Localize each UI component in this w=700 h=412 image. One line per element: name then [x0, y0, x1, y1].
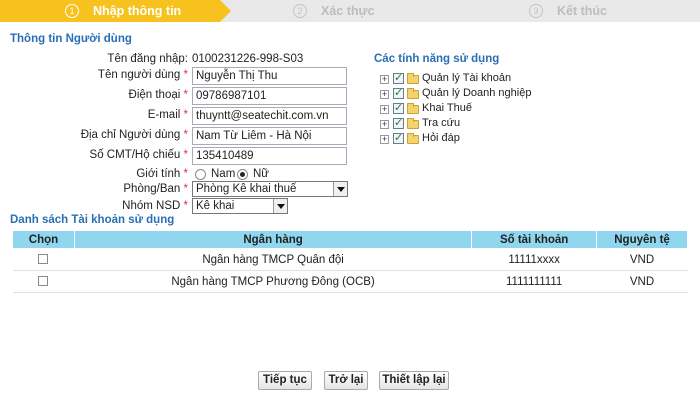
gender-male-label: Nam [211, 168, 236, 180]
group-select[interactable]: Kê khai [192, 198, 288, 214]
dept-selected-value: Phòng Kê khai thuế [196, 183, 297, 195]
table-header-row: Chọn Ngân hàng Số tài khoản Nguyên tệ [12, 230, 688, 249]
col-header-select: Chọn [12, 230, 75, 249]
tree-item-label: Quản lý Doanh nghiệp [422, 87, 532, 99]
expand-icon[interactable]: + [380, 75, 389, 84]
back-button[interactable]: Trở lại [324, 371, 368, 390]
dept-row: Phòng/Ban * Phòng Kê khai thuế [0, 181, 360, 199]
group-label: Nhóm NSD * [122, 200, 188, 212]
name-input[interactable]: Nguyễn Thị Thu [192, 67, 347, 85]
step-number-badge: 2 [293, 4, 307, 18]
user-info-title: Thông tin Người dùng [10, 33, 132, 45]
currency-cell: VND [596, 248, 688, 271]
step-number-badge: 1 [65, 4, 79, 18]
tree-item-label: Hỏi đáp [422, 132, 460, 144]
step-label: Kết thúc [557, 4, 607, 18]
email-label: E-mail * [147, 109, 188, 121]
expand-icon[interactable]: + [380, 135, 389, 144]
bank-cell: Ngân hàng TMCP Phương Đông (OCB) [74, 270, 472, 293]
email-row: E-mail * thuyntt@seatechit.com.vn [0, 107, 360, 125]
tree-item-label: Khai Thuế [422, 102, 472, 114]
login-label: Tên đăng nhập: [107, 53, 188, 65]
feature-checkbox[interactable] [393, 101, 404, 114]
feature-checkbox[interactable] [393, 71, 404, 84]
step-enter-info: 1 Nhập thông tin [65, 0, 181, 22]
folder-icon [407, 103, 419, 114]
dept-label: Phòng/Ban * [123, 183, 188, 195]
group-selected-value: Kê khai [196, 200, 235, 212]
email-input[interactable]: thuyntt@seatechit.com.vn [192, 107, 347, 125]
address-label: Địa chỉ Người dùng * [80, 129, 188, 141]
feature-checkbox[interactable] [393, 131, 404, 144]
address-input[interactable]: Nam Từ Liêm - Hà Nội [192, 127, 347, 145]
phone-label: Điện thoại * [128, 89, 188, 101]
row-select-checkbox[interactable] [38, 276, 49, 287]
active-step-arrow [220, 0, 231, 22]
features-title: Các tính năng sử dụng [374, 53, 500, 65]
phone-input[interactable]: 09786987101 [192, 87, 347, 105]
accounts-table: Chọn Ngân hàng Số tài khoản Nguyên tệ Ng… [12, 230, 688, 293]
folder-icon [407, 133, 419, 144]
tree-item-account-management[interactable]: + Quản lý Tài khoản [380, 71, 540, 86]
name-label: Tên người dùng * [97, 69, 188, 81]
col-header-currency: Nguyên tệ [596, 230, 688, 249]
tree-item-business-management[interactable]: + Quản lý Doanh nghiệp [380, 86, 540, 101]
col-header-bank: Ngân hàng [73, 230, 473, 249]
expand-icon[interactable]: + [380, 120, 389, 129]
tree-item-tax-declaration[interactable]: + Khai Thuế [380, 101, 540, 116]
step-finish: 3 Kết thúc [529, 0, 607, 22]
folder-icon [407, 118, 419, 129]
folder-icon [407, 73, 419, 84]
step-verify: 2 Xác thực [293, 0, 375, 22]
dept-select[interactable]: Phòng Kê khai thuế [192, 181, 348, 197]
row-select-checkbox[interactable] [38, 254, 49, 265]
select-cell [12, 270, 75, 293]
step-label: Xác thực [321, 4, 375, 18]
feature-checkbox[interactable] [393, 116, 404, 129]
name-row: Tên người dùng * Nguyễn Thị Thu [0, 67, 360, 85]
chevron-down-icon [273, 199, 287, 213]
step-number-badge: 3 [529, 4, 543, 18]
col-header-account-number: Số tài khoản [471, 230, 598, 249]
gender-male-radio[interactable] [195, 169, 206, 180]
account-number-cell: 1111111111 [471, 270, 597, 293]
gender-female-label: Nữ [253, 168, 270, 180]
select-cell [12, 248, 75, 271]
chevron-down-icon [333, 182, 347, 196]
reset-button[interactable]: Thiết lập lại [379, 371, 449, 390]
expand-icon[interactable]: + [380, 90, 389, 99]
gender-label: Giới tính * [136, 168, 188, 180]
table-row: Ngân hàng TMCP Phương Đông (OCB) 1111111… [12, 270, 688, 293]
table-row: Ngân hàng TMCP Quân đội 11111xxxx VND [12, 248, 688, 271]
continue-button[interactable]: Tiếp tục [258, 371, 312, 390]
address-row: Địa chỉ Người dùng * Nam Từ Liêm - Hà Nộ… [0, 127, 360, 145]
step-label: Nhập thông tin [93, 4, 182, 18]
currency-cell: VND [596, 270, 688, 293]
login-value: 0100231226-998-S03 [192, 53, 304, 65]
tree-item-label: Quản lý Tài khoản [422, 72, 512, 84]
id-label: Số CMT/Hộ chiếu * [89, 149, 188, 161]
id-row: Số CMT/Hộ chiếu * 135410489 [0, 147, 360, 165]
expand-icon[interactable]: + [380, 105, 389, 114]
tree-item-lookup[interactable]: + Tra cứu [380, 116, 540, 131]
gender-female-radio[interactable] [237, 169, 248, 180]
wizard-steps: 1 Nhập thông tin 2 Xác thực 3 Kết thúc [0, 0, 700, 22]
phone-row: Điện thoại * 09786987101 [0, 87, 360, 105]
bank-cell: Ngân hàng TMCP Quân đội [74, 248, 472, 271]
tree-item-label: Tra cứu [422, 117, 461, 129]
tree-item-faq[interactable]: + Hỏi đáp [380, 131, 540, 146]
id-input[interactable]: 135410489 [192, 147, 347, 165]
accounts-title: Danh sách Tài khoản sử dụng [10, 214, 175, 226]
folder-icon [407, 88, 419, 99]
feature-checkbox[interactable] [393, 86, 404, 99]
account-number-cell: 11111xxxx [471, 248, 597, 271]
